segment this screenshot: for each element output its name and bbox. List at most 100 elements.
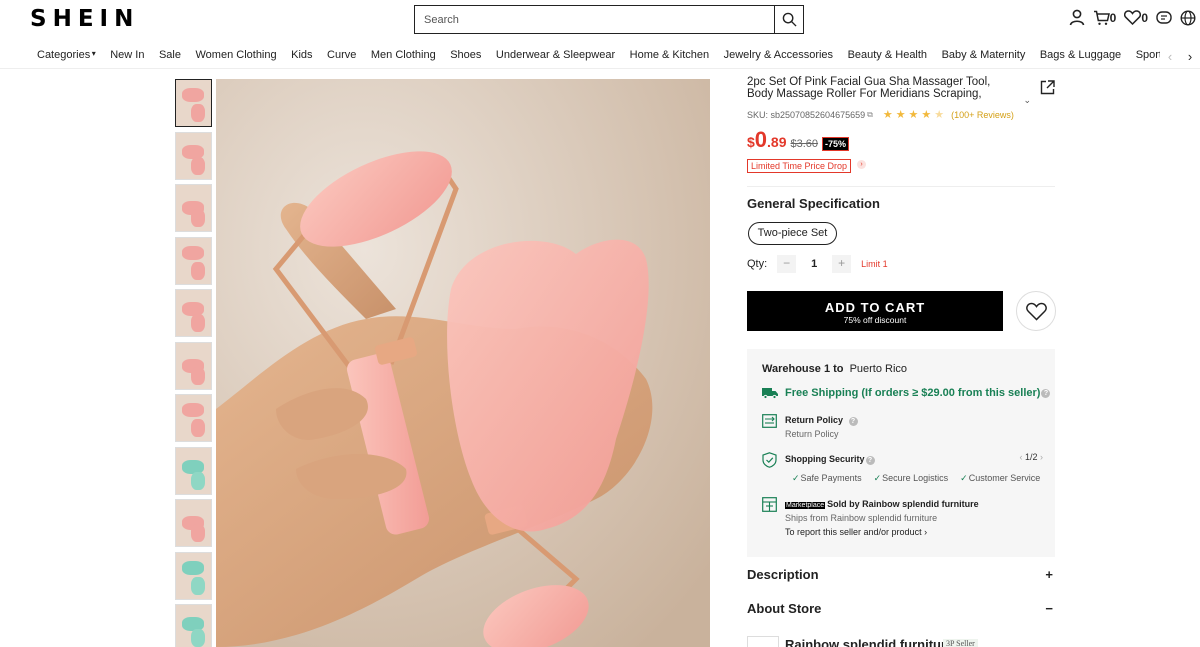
save-to-wishlist-button[interactable] [1016, 291, 1056, 331]
help-icon[interactable]: ? [848, 417, 858, 426]
nav-item-bags-luggage[interactable]: Bags & Luggage [1040, 49, 1121, 61]
nav-item-jewelry-accessories[interactable]: Jewelry & Accessories [724, 49, 833, 61]
gallery-thumbnail[interactable] [175, 289, 212, 337]
qty-decrease-button[interactable]: − [777, 255, 797, 273]
return-icon [762, 414, 777, 428]
sku-row: SKU: sb25070852604675659 ⧉ ★★★★★ (100+ R… [747, 108, 1057, 121]
copy-icon[interactable]: ⧉ [867, 110, 873, 120]
product-photo [216, 79, 710, 647]
gallery-thumbnail[interactable] [175, 499, 212, 547]
security-title: Shopping Security? [785, 454, 875, 465]
reviews-link[interactable]: (100+ Reviews) [951, 110, 1014, 120]
help-icon[interactable]: ? [1041, 388, 1051, 398]
gallery-thumbnail[interactable] [175, 236, 212, 285]
return-policy-sub: Return Policy [785, 429, 839, 439]
marketplace-tag: Marketplace [785, 502, 826, 509]
sku-text: SKU: sb25070852604675659 [747, 109, 866, 120]
nav-item-curve[interactable]: Curve [327, 49, 356, 61]
security-item: ✓Customer Service [960, 473, 1041, 483]
shein-logo[interactable]: SHEIN [30, 6, 139, 32]
ships-from: Ships from Rainbow splendid furniture [785, 513, 938, 523]
destination-select[interactable]: Puerto Rico [850, 363, 907, 375]
qty-increase-button[interactable]: + [832, 255, 852, 273]
warehouse-label: Warehouse 1 to [762, 363, 844, 375]
nav-item-new-in[interactable]: New In [110, 49, 144, 61]
return-policy-title: Return Policy ? [785, 415, 858, 426]
gallery-thumbnail[interactable] [175, 394, 212, 442]
about-store-section[interactable]: About Store − [747, 601, 1055, 616]
product-info: 2pc Set Of Pink Facial Gua Sha Massager … [747, 76, 1057, 174]
support-button[interactable] [1156, 10, 1172, 25]
add-to-cart-button[interactable]: ADD TO CART 75% off discount [747, 291, 1003, 331]
qty-value[interactable]: 1 [796, 258, 832, 270]
header-icons: 0 0 [1069, 9, 1196, 26]
nav-item-men-clothing[interactable]: Men Clothing [371, 49, 436, 61]
nav-item-sale[interactable]: Sale [159, 49, 181, 61]
qty-limit: Limit 1 [861, 259, 888, 269]
wishlist-count: 0 [1141, 10, 1148, 25]
security-pager[interactable]: ‹ 1/2 › [1019, 452, 1043, 462]
site-header: SHEIN 0 0 [0, 0, 1200, 38]
user-icon [1069, 9, 1084, 26]
nav-item-categories[interactable]: Categories [37, 49, 90, 61]
store-name[interactable]: Rainbow splendid furniture [785, 637, 953, 647]
qty-label: Qty: [747, 258, 768, 270]
divider [747, 186, 1055, 187]
free-shipping-text: Free Shipping (If orders ≥ $29.00 from t… [785, 387, 1041, 399]
headset-icon [1156, 11, 1172, 24]
chevron-right-icon[interactable]: › [857, 160, 867, 170]
add-to-cart-label: ADD TO CART [824, 300, 926, 315]
search-input[interactable] [415, 6, 774, 33]
price-row: $0.89 $3.60 -75% [747, 127, 1057, 153]
marketplace-seller: Marketplace Sold by Rainbow splendid furn… [762, 497, 979, 537]
cart-button[interactable]: 0 [1093, 10, 1117, 26]
truck-icon [762, 388, 778, 399]
store-card[interactable]: Rainbow splendid furniture 3P Seller [747, 636, 1057, 647]
gallery-thumbnail[interactable] [175, 341, 212, 390]
gallery-thumbnail[interactable] [175, 131, 212, 180]
product-main-image[interactable] [216, 79, 710, 647]
chevron-down-icon[interactable]: ⌄ [1023, 95, 1031, 106]
about-store-title: About Store [747, 601, 822, 616]
share-icon [1040, 80, 1055, 95]
account-button[interactable] [1069, 9, 1085, 26]
gallery-thumbnail[interactable] [175, 184, 212, 232]
cart-icon [1093, 10, 1110, 25]
gallery-thumbnail[interactable] [175, 604, 212, 647]
shipping-info-box: Warehouse 1 to Puerto Rico Free Shipping… [747, 349, 1055, 557]
language-button[interactable] [1180, 9, 1196, 26]
warehouse-row: Warehouse 1 to Puerto Rico [762, 363, 907, 375]
store-icon [762, 497, 777, 512]
rating-stars: ★★★★★ [882, 109, 948, 121]
nav-items: Categories ▾ New In Sale Women Clothing Kids C… [37, 49, 1200, 61]
search-button[interactable] [774, 6, 803, 33]
share-button[interactable] [1040, 80, 1055, 100]
add-to-cart-sub: 75% off discount [843, 315, 907, 325]
discount-badge: -75% [822, 137, 850, 151]
nav-item-underwear-sleepwear[interactable]: Underwear & Sleepwear [496, 49, 615, 61]
wishlist-button[interactable]: 0 [1124, 10, 1148, 25]
nav-item-women-clothing[interactable]: Women Clothing [196, 49, 277, 61]
description-section[interactable]: Description + [747, 567, 1055, 582]
category-nav: Categories ▾ New In Sale Women Clothing Kids C… [0, 44, 1200, 69]
heart-icon [1025, 302, 1047, 321]
nav-item-baby-maternity[interactable]: Baby & Maternity [942, 49, 1026, 61]
report-seller-link[interactable]: To report this seller and/or product › [785, 527, 927, 537]
globe-icon [1180, 9, 1196, 26]
nav-item-kids[interactable]: Kids [291, 49, 312, 61]
return-policy[interactable]: Return Policy ? Return Policy [762, 414, 858, 439]
nav-item-beauty-health[interactable]: Beauty & Health [848, 49, 928, 61]
option-two-piece-set[interactable]: Two-piece Set [748, 222, 837, 245]
chevron-right-icon[interactable]: › [1188, 49, 1192, 64]
cart-count: 0 [1109, 10, 1117, 25]
gallery-thumbnail[interactable] [175, 551, 212, 600]
check-icon: ✓ [792, 473, 800, 483]
nav-item-shoes[interactable]: Shoes [450, 49, 481, 61]
search-bar [414, 5, 804, 34]
help-icon[interactable]: ? [865, 456, 875, 465]
nav-item-home-kitchen[interactable]: Home & Kitchen [630, 49, 709, 61]
chevron-left-icon[interactable]: ‹ [1168, 49, 1172, 64]
gallery-thumbnail[interactable] [175, 79, 212, 127]
original-price: $3.60 [790, 138, 819, 150]
gallery-thumbnail[interactable] [175, 446, 212, 495]
